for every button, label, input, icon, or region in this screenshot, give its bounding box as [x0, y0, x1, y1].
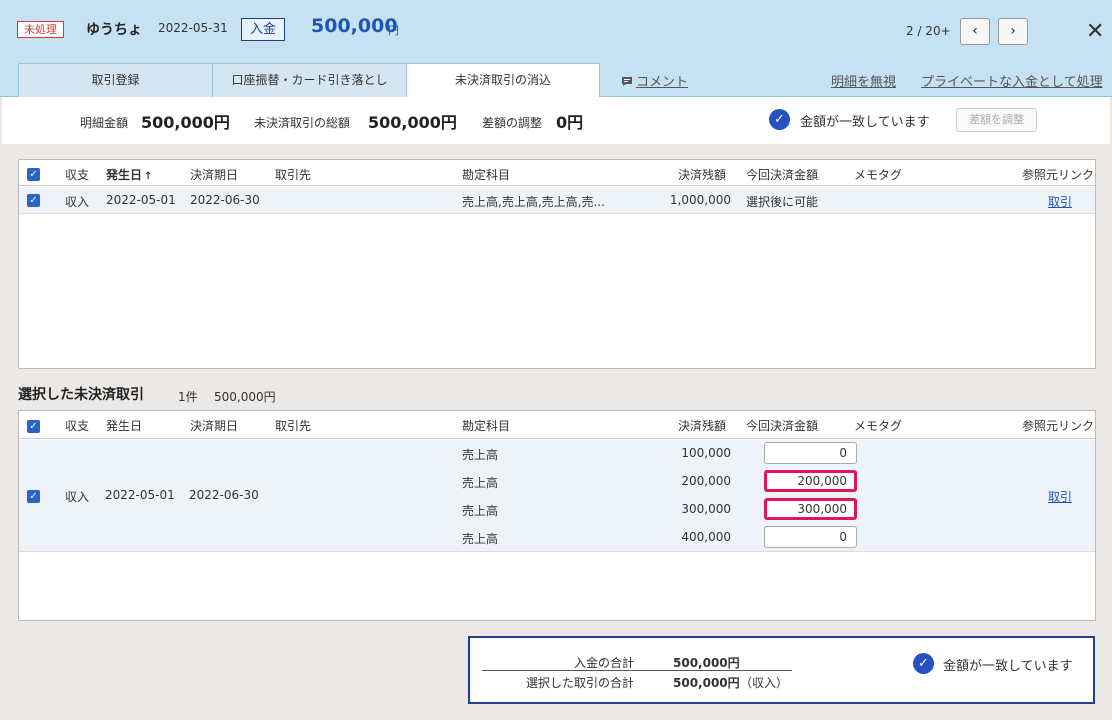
line-balance: 400,000 — [681, 530, 731, 544]
tab-reconcile[interactable]: 未決済取引の消込 — [406, 63, 600, 98]
selected-amount: 500,000円 — [214, 390, 276, 404]
type-badge: 入金 — [241, 18, 286, 41]
pay-amount-input[interactable]: 200,000 — [764, 470, 857, 492]
selected-total-label: 選択した取引の合計 — [525, 676, 634, 690]
totals-match-text: 金額が一致しています — [943, 659, 1073, 674]
totals-divider — [482, 670, 792, 671]
line-account: 売上高 — [462, 532, 499, 546]
deposit-total-value: 500,000円 — [673, 656, 740, 670]
col-memo: メモタグ — [854, 419, 903, 433]
pay-amount-input[interactable]: 0 — [764, 526, 857, 548]
row-checkbox[interactable]: ✓ — [27, 194, 40, 207]
tab-register[interactable]: 取引登録 — [18, 63, 213, 97]
adjust-difference-button[interactable]: 差額を調整 — [956, 108, 1037, 132]
close-button[interactable]: ✕ — [1086, 21, 1104, 43]
table-row[interactable]: ✓ 収入 2022-05-01 2022-06-30 売上高,売上高,売上高,売… — [19, 187, 1095, 214]
pay-amount-input[interactable]: 0 — [764, 442, 857, 464]
unsettled-total-label: 未決済取引の総額 — [254, 116, 351, 130]
table-row[interactable]: ✓ 収入 2022-05-01 2022-06-30 取引 売上高 100,00… — [19, 440, 1095, 552]
transaction-amount: 500,000 — [311, 15, 398, 37]
line-balance: 100,000 — [681, 446, 731, 460]
row-date: 2022-05-01 — [106, 193, 176, 207]
row-due: 2022-06-30 — [189, 488, 259, 502]
unsettled-table: ✓ 収支 発生日 ↑ 決済期日 取引先 勘定科目 決済残額 今回決済金額 メモタグ… — [18, 159, 1096, 369]
line-balance: 300,000 — [681, 502, 731, 516]
transaction-date: 2022-05-31 — [158, 21, 228, 35]
row-balance: 1,000,000 — [669, 193, 731, 207]
prev-button[interactable]: ‹ — [960, 18, 990, 45]
line-account: 売上高 — [462, 448, 499, 462]
comment-icon — [622, 77, 632, 86]
deposit-total-label: 入金の合計 — [573, 656, 634, 670]
line-balance: 200,000 — [681, 474, 731, 488]
table-header: ✓ 収支 発生日 ↑ 決済期日 取引先 勘定科目 決済残額 今回決済金額 メモタグ… — [19, 160, 1095, 186]
col-type: 収支 — [65, 419, 90, 433]
col-ref: 参照元リンク — [1022, 419, 1095, 433]
row-due: 2022-06-30 — [190, 193, 260, 207]
col-balance: 決済残額 — [678, 419, 727, 433]
row-date: 2022-05-01 — [105, 488, 175, 502]
tab-transfer[interactable]: 口座振替・カード引き落とし — [212, 63, 407, 97]
col-balance: 決済残額 — [678, 168, 727, 182]
selected-section-title: 選択した未決済取引 — [18, 387, 144, 403]
row-checkbox[interactable]: ✓ — [27, 490, 40, 503]
table-header: ✓ 収支 発生日 決済期日 取引先 勘定科目 決済残額 今回決済金額 メモタグ … — [19, 411, 1095, 439]
totals-box: 入金の合計 500,000円 選択した取引の合計 500,000円 （収入） ✓… — [468, 636, 1095, 704]
line-account: 売上高 — [462, 504, 499, 518]
col-partner: 取引先 — [275, 168, 312, 182]
ref-link[interactable]: 取引 — [1048, 488, 1072, 505]
chevron-left-icon: ‹ — [972, 23, 978, 39]
select-all-checkbox[interactable]: ✓ — [27, 420, 40, 433]
col-type: 収支 — [65, 168, 90, 182]
select-all-checkbox[interactable]: ✓ — [27, 168, 40, 181]
selected-total-value: 500,000円 — [673, 676, 740, 690]
col-account: 勘定科目 — [462, 419, 511, 433]
line-account: 売上高 — [462, 476, 499, 490]
col-account: 勘定科目 — [462, 168, 511, 182]
modal-header: 未処理 ゆうちょ 2022-05-31 入金 500,000 円 2 / 20+… — [0, 0, 1112, 98]
check-circle-icon: ✓ — [913, 653, 934, 674]
col-ref: 参照元リンク — [1022, 168, 1095, 182]
col-date[interactable]: 発生日 ↑ — [106, 166, 152, 183]
reconcile-summary: 明細金額 500,000円 未決済取引の総額 500,000円 差額の調整 0円… — [2, 97, 1110, 144]
match-status-text: 金額が一致しています — [800, 115, 930, 130]
comment-label: コメント — [636, 75, 689, 90]
check-circle-icon: ✓ — [769, 109, 790, 130]
difference-value: 0円 — [556, 113, 584, 132]
col-partner: 取引先 — [275, 419, 312, 433]
pager-text: 2 / 20+ — [906, 24, 951, 38]
payee-name: ゆうちょ — [86, 22, 142, 38]
statement-amount-value: 500,000円 — [141, 113, 230, 132]
selected-count: 1件 — [178, 390, 198, 404]
row-type: 収入 — [65, 490, 90, 504]
col-pay: 今回決済金額 — [746, 419, 819, 433]
statement-amount-label: 明細金額 — [80, 116, 129, 130]
selected-table: ✓ 収支 発生日 決済期日 取引先 勘定科目 決済残額 今回決済金額 メモタグ … — [18, 410, 1096, 621]
amount-unit: 円 — [388, 24, 399, 37]
status-badge: 未処理 — [17, 21, 64, 38]
col-pay: 今回決済金額 — [746, 168, 819, 182]
ref-link[interactable]: 取引 — [1048, 193, 1072, 210]
sort-ascending-icon: ↑ — [144, 171, 153, 182]
unsettled-total-value: 500,000円 — [368, 113, 457, 132]
col-date-label: 発生日 — [106, 168, 143, 182]
row-type: 収入 — [65, 195, 90, 209]
chevron-right-icon: › — [1010, 23, 1016, 39]
col-due: 決済期日 — [190, 168, 239, 182]
row-account: 売上高,売上高,売上高,売... — [462, 195, 605, 209]
comment-link[interactable]: コメント — [621, 71, 688, 90]
next-button[interactable]: › — [998, 18, 1028, 45]
col-date: 発生日 — [106, 419, 143, 433]
close-icon: ✕ — [1086, 19, 1105, 44]
difference-label: 差額の調整 — [482, 116, 543, 130]
selected-total-note: （収入） — [740, 676, 789, 690]
private-deposit-link[interactable]: プライベートな入金として処理 — [921, 71, 1103, 90]
col-due: 決済期日 — [190, 419, 239, 433]
pay-amount-input[interactable]: 300,000 — [764, 498, 857, 520]
row-pay: 選択後に可能 — [746, 195, 819, 209]
col-memo: メモタグ — [854, 168, 903, 182]
ignore-statement-link[interactable]: 明細を無視 — [831, 71, 896, 90]
